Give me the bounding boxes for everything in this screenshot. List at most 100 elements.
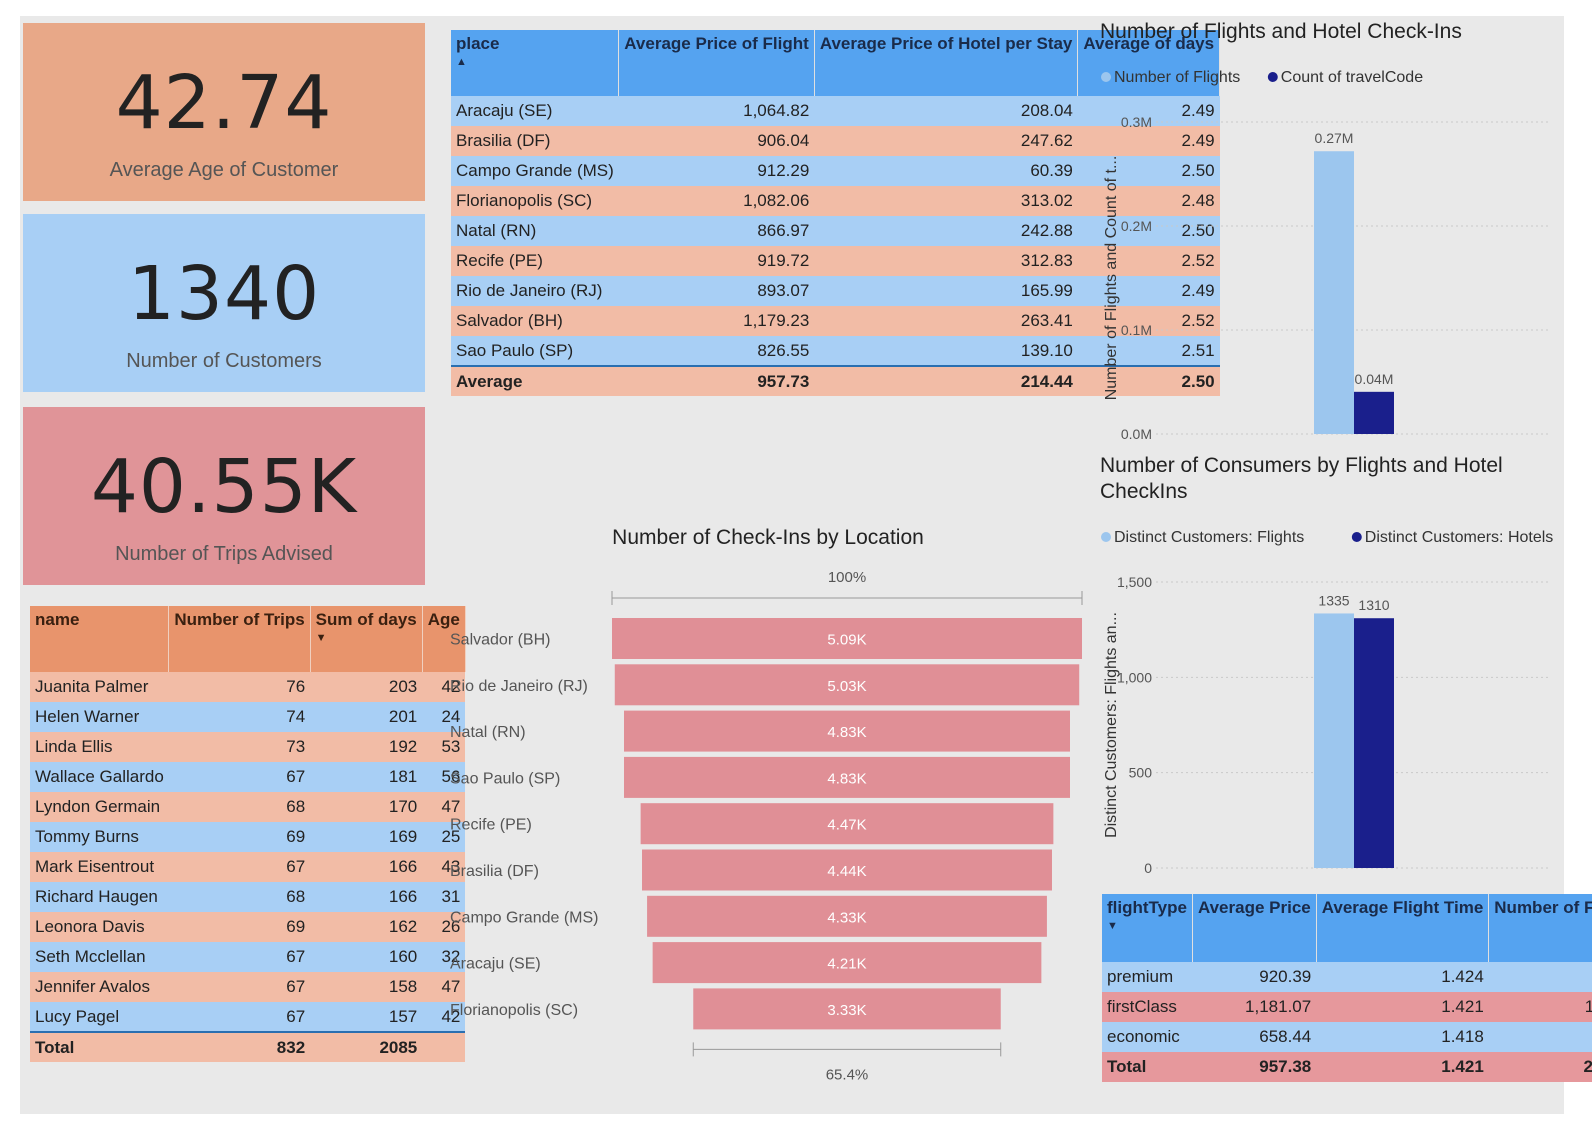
col-header-hotel-price[interactable]: Average Price of Hotel per Stay: [814, 30, 1079, 96]
table-row[interactable]: Richard Haugen 68 166 31: [30, 882, 466, 912]
funnel-value-label: 4.21K: [827, 956, 866, 973]
row-value-cell: 893.07: [757, 281, 810, 300]
row-label-cell: premium: [1107, 967, 1174, 986]
kpi-label: Average Age of Customer: [109, 159, 339, 181]
legend-label[interactable]: Count of travelCode: [1281, 69, 1423, 86]
kpi-card-trips[interactable]: 40.55K Number of Trips Advised: [23, 407, 425, 585]
row-value-cell: 158: [388, 977, 418, 996]
row-value-cell: 247.62: [1020, 131, 1073, 150]
y-tick-label: 0.1M: [1121, 322, 1152, 338]
row-value-cell: 1,064.82: [743, 101, 810, 120]
kpi-value: 1340: [127, 251, 321, 337]
flights-checkins-bar-chart[interactable]: Number of Flights and Hotel Check-Ins Num…: [1096, 16, 1556, 446]
table-row[interactable]: Mark Eisentrout 67 166 43: [30, 852, 466, 882]
row-label-cell: Lucy Pagel: [35, 1006, 120, 1026]
row-label-cell: Natal (RN): [456, 221, 537, 240]
total-cell: 1.421: [1441, 1057, 1484, 1076]
row-label-cell: Richard Haugen: [35, 887, 158, 906]
row-value-cell: 181: [388, 767, 418, 786]
row-value-cell: 919.72: [757, 251, 810, 270]
total-cell: 832: [276, 1037, 306, 1057]
row-value-cell: 1.421: [1441, 997, 1484, 1016]
funnel-value-label: 5.09K: [827, 632, 866, 649]
table-row[interactable]: Helen Warner 74 201 24: [30, 702, 466, 732]
row-label-cell: Linda Ellis: [35, 737, 113, 756]
table-row[interactable]: Jennifer Avalos 67 158 47: [30, 972, 466, 1002]
row-value-cell: 170: [388, 797, 418, 816]
customers-table[interactable]: name Number of Trips Sum of days ▼ Age Ju…: [30, 606, 466, 1062]
funnel-category-label: Sao Paulo (SP): [450, 770, 560, 787]
legend-label[interactable]: Distinct Customers: Hotels: [1365, 529, 1554, 546]
chart-title: Number of Consumers by Flights and Hotel: [1100, 454, 1503, 477]
funnel-category-label: Campo Grande (MS): [450, 909, 599, 926]
row-value-cell: 201: [388, 707, 418, 726]
y-tick-label: 0.0M: [1121, 426, 1152, 442]
sort-down-icon[interactable]: ▼: [316, 632, 417, 644]
kpi-card-customers[interactable]: 1340 Number of Customers: [23, 214, 425, 392]
bar[interactable]: [1314, 151, 1354, 434]
sort-down-icon[interactable]: ▼: [1107, 920, 1187, 932]
total-cell: 957.38: [1259, 1057, 1312, 1076]
row-label-cell: Rio de Janeiro (RJ): [456, 281, 603, 300]
funnel-value-label: 4.33K: [827, 909, 866, 926]
row-value-cell: 866.97: [757, 221, 810, 240]
total-cell: 214.44: [1020, 371, 1073, 391]
legend-marker: [1351, 532, 1362, 542]
y-tick-label: 0.3M: [1121, 114, 1152, 130]
col-header-num-flights[interactable]: Number of Flights: [1488, 894, 1592, 962]
table-total-row: Total 957.38 1.421 271888: [1102, 1052, 1592, 1082]
flight-type-table[interactable]: flightType ▼ Average Price Average Flight…: [1102, 894, 1592, 1082]
bar[interactable]: [1314, 613, 1354, 868]
col-header-flight-time[interactable]: Average Flight Time: [1316, 894, 1490, 962]
total-label: Total: [35, 1037, 75, 1057]
table-row[interactable]: Linda Ellis 73 192 53: [30, 732, 466, 762]
table-row[interactable]: Leonora Davis 69 162 26: [30, 912, 466, 942]
table-row[interactable]: premium 920.39 1.424 78004: [1102, 962, 1592, 992]
bar[interactable]: [1354, 391, 1394, 434]
row-value-cell: 920.39: [1259, 967, 1312, 986]
col-header-flight-type[interactable]: flightType ▼: [1102, 894, 1193, 962]
table-row[interactable]: Seth Mcclellan 67 160 32: [30, 942, 466, 972]
y-axis-label: Number of Flights and Count of t...: [1103, 156, 1120, 401]
funnel-bottom-percent: 65.4%: [826, 1066, 869, 1083]
row-value-cell: 67: [286, 947, 306, 966]
legend-label[interactable]: Distinct Customers: Flights: [1114, 529, 1304, 546]
legend-marker: [1101, 72, 1111, 82]
bar[interactable]: [1354, 618, 1394, 868]
table-row[interactable]: Lucy Pagel 67 157 42: [30, 1002, 466, 1032]
funnel-category-label: Aracaju (SE): [450, 956, 541, 973]
col-header-flight-price[interactable]: Average Price of Flight: [618, 30, 815, 96]
col-header-sum-days[interactable]: Sum of days ▼: [310, 606, 423, 672]
row-value-cell: 242.88: [1020, 221, 1073, 240]
kpi-value: 40.55K: [90, 444, 358, 530]
col-header-avg-price[interactable]: Average Price: [1192, 894, 1317, 962]
sort-up-icon[interactable]: ▲: [456, 56, 613, 68]
col-header-name[interactable]: name: [30, 606, 170, 672]
consumers-bar-chart[interactable]: Number of Consumers by Flights and Hotel…: [1096, 450, 1556, 880]
table-row[interactable]: Lyndon Germain 68 170 47: [30, 792, 466, 822]
row-label-cell: firstClass: [1107, 997, 1177, 1016]
row-value-cell: 139.10: [1020, 340, 1073, 360]
row-value-cell: 73: [286, 737, 306, 756]
chart-title: Number of Check-Ins by Location: [612, 526, 924, 549]
checkins-funnel-chart[interactable]: Number of Check-Ins by Location 100% Salva…: [444, 520, 1094, 1100]
table-row[interactable]: Wallace Gallardo 67 181 56: [30, 762, 466, 792]
funnel-category-label: Brasilia (DF): [450, 863, 539, 880]
total-cell: 957.73: [757, 371, 810, 391]
row-value-cell: 203: [388, 677, 418, 696]
legend-label[interactable]: Number of Flights: [1114, 69, 1240, 86]
row-label-cell: Campo Grande (MS): [456, 161, 614, 180]
row-value-cell: 208.04: [1020, 101, 1073, 120]
col-header-trips[interactable]: Number of Trips: [168, 606, 311, 672]
row-value-cell: 74: [286, 707, 306, 726]
table-row[interactable]: firstClass 1,181.07 1.421 116418: [1102, 992, 1592, 1022]
col-header-place[interactable]: place ▲: [451, 30, 620, 96]
kpi-card-average-age[interactable]: 42.74 Average Age of Customer: [23, 23, 425, 201]
table-row[interactable]: Tommy Burns 69 169 25: [30, 822, 466, 852]
table-row[interactable]: Juanita Palmer 76 203 42: [30, 672, 466, 702]
kpi-value: 42.74: [115, 60, 333, 146]
funnel-value-label: 4.83K: [827, 724, 866, 741]
row-value-cell: 76: [286, 677, 306, 696]
table-row[interactable]: economic 658.44 1.418 77466: [1102, 1022, 1592, 1052]
row-value-cell: 1.418: [1441, 1027, 1484, 1046]
